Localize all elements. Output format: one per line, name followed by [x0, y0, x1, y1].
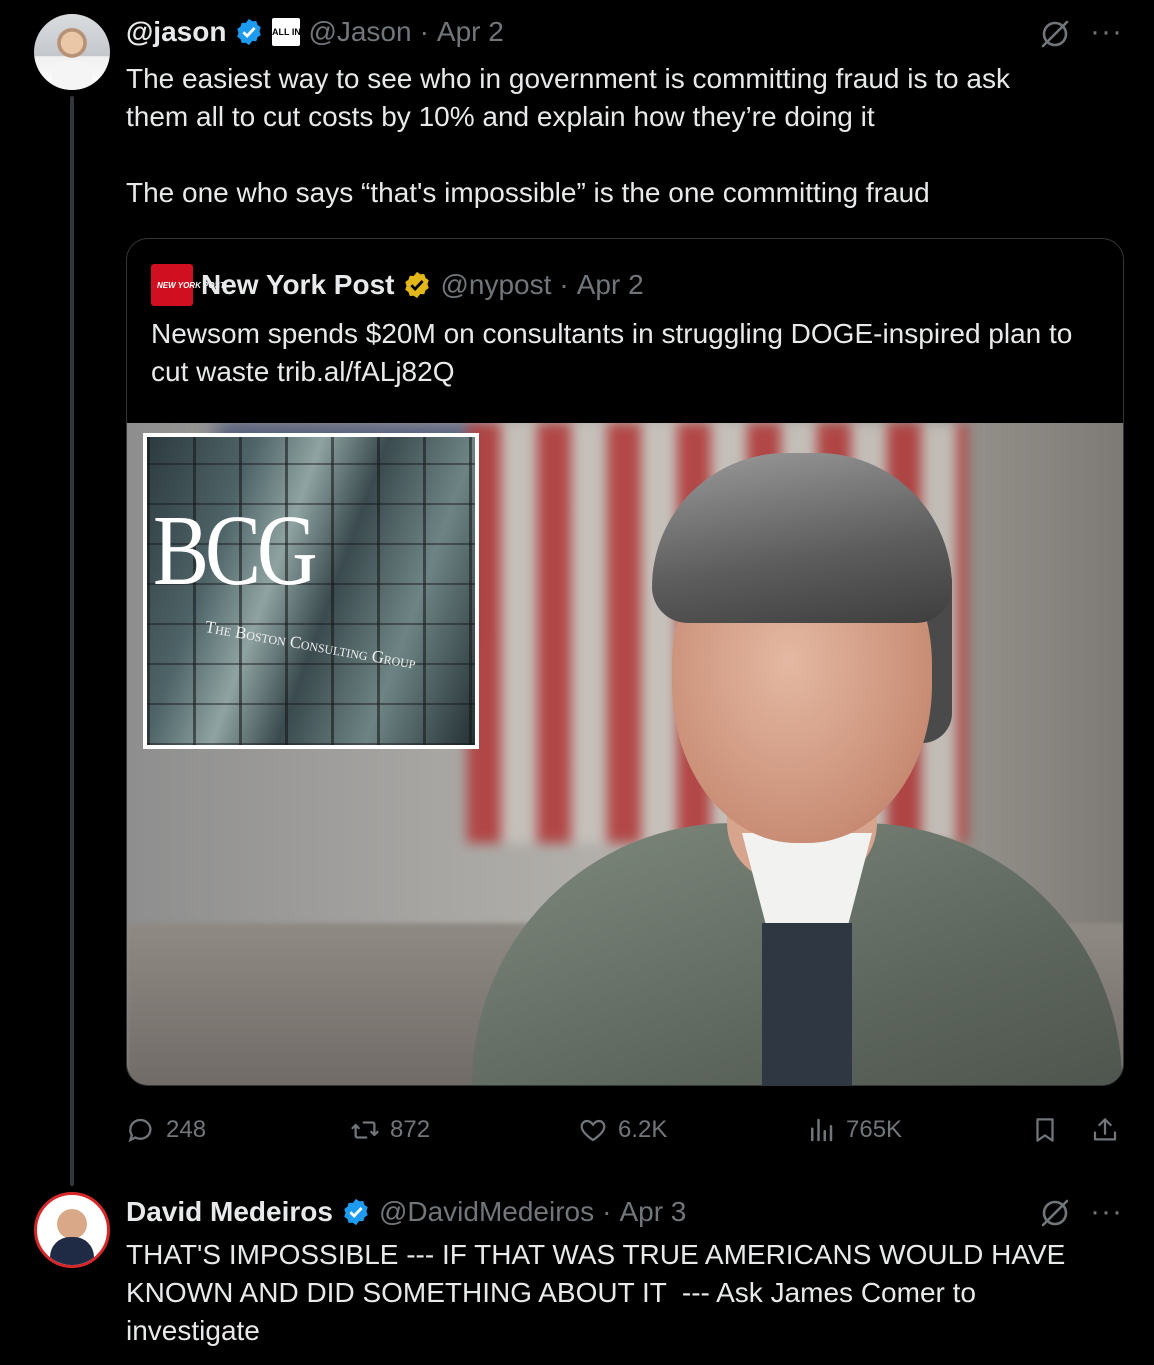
- repost-icon: [351, 1121, 379, 1139]
- tweet-text: The easiest way to see who in government…: [126, 63, 1010, 208]
- tweet-header: @jason ALL IN @Jason · Apr 2: [126, 14, 504, 50]
- avatar[interactable]: [34, 14, 110, 90]
- bookmark-icon: [1036, 1118, 1054, 1142]
- repost-button[interactable]: 872: [350, 1108, 430, 1152]
- grok-icon[interactable]: [1038, 17, 1072, 51]
- quote-image[interactable]: BCG The Boston Consulting Group: [127, 423, 1123, 1085]
- repost-count: 872: [390, 1116, 431, 1143]
- separator: ·: [602, 1196, 612, 1227]
- views-count: 765K: [846, 1116, 903, 1143]
- tweet-actions: 248 872 6.2K 765K: [126, 1108, 1126, 1152]
- bcg-logo: BCG: [153, 495, 318, 607]
- sweater: [762, 923, 852, 1085]
- verified-badge-icon: [344, 1198, 368, 1226]
- nypost-avatar[interactable]: NEW YORK POST: [151, 264, 225, 306]
- hair: [652, 453, 952, 623]
- author-handle[interactable]: @Jason: [308, 16, 411, 48]
- quote-header: NEW YORK POST New York Post @nypost · Ap…: [151, 264, 644, 306]
- share-icon: [1093, 1118, 1117, 1141]
- thread-line: [70, 96, 74, 1186]
- author-handle[interactable]: @DavidMedeiros: [379, 1196, 594, 1228]
- author-name[interactable]: David Medeiros: [126, 1196, 333, 1228]
- logo-text: NEW YORK POST: [157, 280, 225, 290]
- reply-icon: [128, 1118, 152, 1143]
- quote-author-handle[interactable]: @nypost: [440, 269, 551, 301]
- tweet-date[interactable]: Apr 2: [437, 16, 504, 48]
- tweet-header: David Medeiros @DavidMedeiros · Apr 3: [126, 1194, 686, 1230]
- share-button[interactable]: [1090, 1108, 1120, 1152]
- bcg-inset-image: BCG The Boston Consulting Group: [143, 433, 479, 749]
- person-photo: [472, 453, 1122, 1085]
- views-icon: [811, 1118, 833, 1142]
- like-icon: [580, 1119, 606, 1142]
- quote-date[interactable]: Apr 2: [577, 269, 644, 301]
- reply-button[interactable]: 248: [126, 1108, 206, 1152]
- more-icon[interactable]: ···: [1090, 1197, 1123, 1227]
- tweet-date[interactable]: Apr 3: [619, 1196, 686, 1228]
- quoted-tweet[interactable]: NEW YORK POST New York Post @nypost · Ap…: [126, 238, 1124, 1086]
- quote-author-name[interactable]: New York Post: [201, 269, 394, 301]
- like-button[interactable]: 6.2K: [578, 1108, 667, 1152]
- all-in-badge: ALL IN: [272, 18, 301, 46]
- avatar[interactable]: [34, 1192, 110, 1268]
- separator: ·: [559, 269, 569, 300]
- tweet-text: THAT'S IMPOSSIBLE --- IF THAT WAS TRUE A…: [126, 1239, 1066, 1346]
- badge-text: ALL IN: [272, 27, 301, 37]
- separator: ·: [419, 16, 429, 47]
- quote-text: Newsom spends $20M on consultants in str…: [151, 318, 1073, 387]
- bookmark-button[interactable]: [1030, 1108, 1060, 1152]
- author-name[interactable]: @jason: [126, 16, 226, 48]
- verified-gold-badge-icon: [405, 271, 430, 299]
- more-icon[interactable]: ···: [1090, 17, 1123, 47]
- grok-icon[interactable]: [1038, 1196, 1072, 1230]
- views-button[interactable]: 765K: [806, 1108, 902, 1152]
- verified-badge-icon: [237, 18, 262, 46]
- like-count: 6.2K: [618, 1116, 668, 1143]
- reply-count: 248: [166, 1116, 207, 1143]
